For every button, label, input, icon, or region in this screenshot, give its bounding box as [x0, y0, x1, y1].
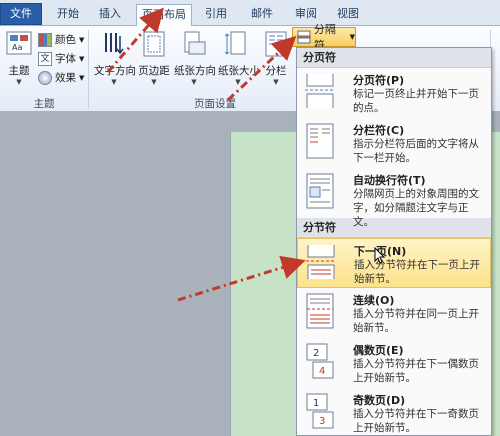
tab-page-layout[interactable]: 页面布局 [136, 4, 192, 27]
text-wrapping-break-icon [306, 173, 334, 209]
chevron-down-icon: ▼ [79, 35, 85, 44]
colors-icon [38, 32, 52, 47]
fonts-button[interactable]: 文 字体 ▼ [38, 50, 84, 67]
text-direction-label: 文字方向 [94, 65, 136, 77]
menu-item-odd-page[interactable]: 1 3 奇数页(D) 插入分节符并在下一奇数页上开始新节。 [297, 388, 491, 436]
menu-item-title: 奇数页(D) [353, 394, 406, 407]
breaks-icon [297, 30, 311, 44]
breaks-button[interactable]: 分隔符 ▼ [292, 23, 356, 52]
orientation-button[interactable]: 纸张方向 ▼ [174, 30, 216, 86]
effects-icon [38, 70, 52, 85]
menu-item-title: 分栏符(C) [353, 124, 405, 137]
text-direction-button[interactable]: 文字方向 ▼ [94, 30, 136, 86]
chevron-down-icon: ▼ [349, 33, 355, 41]
themes-button[interactable]: Aa 主题 ▼ [4, 30, 34, 86]
chevron-down-icon: ▼ [191, 78, 197, 86]
odd-page-icon: 1 3 [306, 393, 334, 429]
margins-icon [143, 31, 165, 57]
size-label: 纸张大小 [218, 65, 260, 77]
margins-button[interactable]: 页边距 ▼ [136, 30, 172, 86]
menu-item-even-page[interactable]: 2 4 偶数页(E) 插入分节符并在下一偶数页上开始新节。 [297, 338, 491, 388]
text-direction-icon [105, 33, 124, 55]
next-page-icon [306, 245, 336, 279]
chevron-down-icon: ▼ [16, 78, 22, 86]
menu-item-title: 自动换行符(T) [353, 174, 426, 187]
menu-item-column-break[interactable]: 分栏符(C) 指示分栏符后面的文字将从下一栏开始。 [297, 118, 491, 168]
themes-label: 主题 [8, 65, 30, 77]
fonts-icon: 文 [38, 51, 52, 66]
tab-home[interactable]: 开始 [50, 4, 86, 26]
tab-insert[interactable]: 插入 [92, 4, 128, 26]
page-break-icon [305, 74, 335, 108]
svg-text:Aa: Aa [12, 43, 22, 52]
chevron-down-icon: ▼ [79, 54, 85, 63]
page-breaks-header: 分页符 [297, 48, 491, 68]
tab-references[interactable]: 引用 [198, 4, 234, 26]
mouse-cursor-icon [374, 247, 386, 264]
menu-item-desc: 指示分栏符后面的文字将从下一栏开始。 [353, 138, 479, 164]
group-divider [88, 30, 89, 108]
columns-button[interactable]: 分栏 ▼ [262, 30, 290, 86]
margins-label: 页边距 [138, 65, 170, 77]
menu-item-desc: 插入分节符并在同一页上开始新节。 [353, 308, 479, 334]
menu-item-desc: 插入分节符并在下一偶数页上开始新节。 [353, 358, 479, 384]
themes-icon: Aa [6, 31, 32, 55]
columns-label: 分栏 [265, 65, 287, 77]
menu-item-desc: 标记一页终止并开始下一页的点。 [353, 88, 479, 114]
menu-item-title: 分页符(P) [353, 74, 405, 87]
menu-item-title: 偶数页(E) [353, 344, 404, 357]
svg-text:1: 1 [313, 398, 319, 409]
breaks-menu: 分页符 分页符(P) 标记一页终止并开始下一页的点。 分栏符(C) 指示分栏符后… [296, 47, 492, 436]
tab-mailings[interactable]: 邮件 [244, 4, 280, 26]
effects-label: 效果 [55, 72, 76, 84]
colors-label: 颜色 [55, 34, 76, 46]
chevron-down-icon: ▼ [79, 73, 85, 82]
chevron-down-icon: ▼ [235, 78, 241, 86]
menu-item-title: 连续(O) [353, 294, 395, 307]
menu-item-continuous[interactable]: 连续(O) 插入分节符并在同一页上开始新节。 [297, 288, 491, 338]
chevron-down-icon: ▼ [151, 78, 157, 86]
menu-item-page-break[interactable]: 分页符(P) 标记一页终止并开始下一页的点。 [297, 68, 491, 118]
svg-text:2: 2 [313, 348, 319, 359]
svg-text:3: 3 [319, 416, 325, 427]
page-size-icon [224, 31, 246, 55]
effects-button[interactable]: 效果 ▼ [38, 69, 84, 86]
chevron-down-icon: ▼ [273, 78, 279, 86]
orientation-icon [184, 31, 206, 55]
menu-item-next-page[interactable]: 下一页(N) 插入分节符并在下一页上开始新节。 [297, 238, 491, 288]
fonts-label: 字体 [55, 53, 76, 65]
menu-item-text-wrapping-break[interactable]: 自动换行符(T) 分隔网页上的对象周围的文字，如分隔题注文字与正文。 [297, 168, 491, 228]
size-button[interactable]: 纸张大小 ▼ [218, 30, 260, 86]
ribbon-tab-bar: 文件 开始 插入 页面布局 引用 邮件 审阅 视图 [0, 0, 500, 27]
colors-button[interactable]: 颜色 ▼ [38, 31, 84, 48]
chevron-down-icon: ▼ [111, 78, 117, 86]
tab-file[interactable]: 文件 [0, 3, 42, 25]
continuous-icon [306, 293, 334, 329]
column-break-icon [306, 123, 334, 159]
columns-icon [265, 31, 287, 57]
themes-group-label: 主题 [33, 98, 55, 110]
menu-item-desc: 插入分节符并在下一奇数页上开始新节。 [353, 408, 479, 434]
orientation-label: 纸张方向 [174, 65, 216, 77]
menu-item-desc: 分隔网页上的对象周围的文字，如分隔题注文字与正文。 [353, 188, 479, 228]
even-page-icon: 2 4 [306, 343, 334, 379]
svg-text:4: 4 [319, 366, 325, 377]
